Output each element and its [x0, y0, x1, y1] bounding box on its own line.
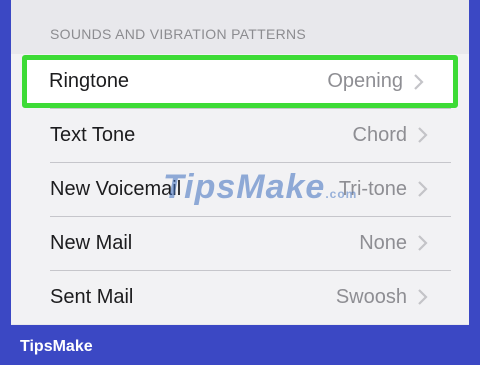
- chevron-right-icon: [418, 235, 428, 251]
- row-value: Swoosh: [335, 285, 407, 308]
- settings-screen: SOUNDS AND VIBRATION PATTERNS Ringtone O…: [11, 0, 469, 325]
- watermark-logo: TipsMake.com: [163, 168, 358, 206]
- row-ringtone[interactable]: Ringtone Opening: [22, 55, 458, 108]
- chevron-right-icon: [418, 127, 428, 143]
- row-value: None: [359, 231, 407, 254]
- chevron-right-icon: [414, 73, 424, 90]
- row-text-tone[interactable]: Text Tone Chord: [11, 108, 469, 162]
- row-new-mail[interactable]: New Mail None: [11, 216, 469, 270]
- row-label: New Voicemail: [50, 177, 182, 200]
- row-label: Text Tone: [50, 123, 136, 146]
- row-value: Chord: [352, 123, 407, 146]
- row-label: Sent Mail: [50, 285, 134, 308]
- brand-label: TipsMake: [20, 338, 93, 355]
- chevron-right-icon: [418, 181, 428, 197]
- chevron-right-icon: [418, 289, 428, 305]
- row-label: New Mail: [50, 231, 133, 254]
- row-value: Opening: [327, 70, 403, 92]
- row-label: Ringtone: [49, 70, 130, 92]
- row-sent-mail[interactable]: Sent Mail Swoosh: [11, 270, 469, 324]
- section-header: SOUNDS AND VIBRATION PATTERNS: [50, 26, 307, 42]
